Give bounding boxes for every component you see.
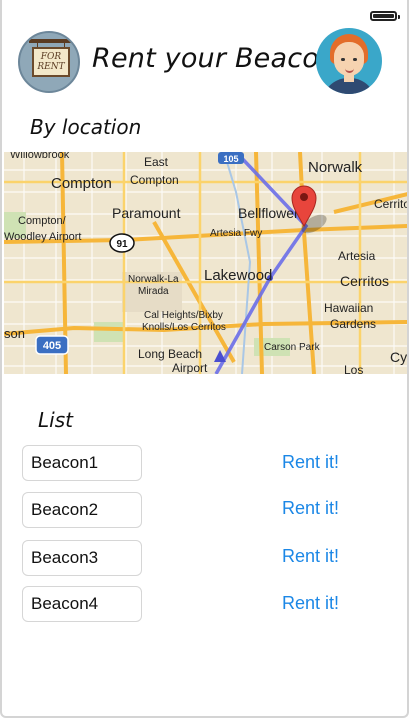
map-label: Airport	[172, 361, 208, 374]
map-label: Compton/	[18, 215, 67, 227]
map-label: Hawaiian	[324, 301, 373, 315]
map-label: 405	[43, 340, 61, 352]
map-label: Woodley Airport	[4, 231, 81, 243]
sign-board: FOR RENT	[32, 47, 70, 77]
map-label: Compton	[130, 173, 179, 187]
map-label: East	[144, 155, 169, 169]
map-label: Carson Park	[264, 342, 321, 353]
rent-button[interactable]: Rent it!	[282, 452, 339, 473]
location-map[interactable]: 105 91 405 Willowbrook East Compton Comp…	[4, 152, 408, 374]
status-bar	[2, 0, 407, 26]
rent-button[interactable]: Rent it!	[282, 593, 339, 614]
beacon-name-field[interactable]: Beacon2	[22, 492, 142, 528]
app-frame: FOR RENT Rent your Beacon By location 10…	[0, 0, 409, 718]
map-label: Lakewood	[204, 267, 272, 284]
map-canvas[interactable]: 105 91 405 Willowbrook East Compton Comp…	[4, 152, 408, 374]
highway-91-shield: 91	[109, 233, 135, 253]
map-label: Cerritos	[374, 197, 408, 211]
map-label: Bellflower	[238, 205, 299, 221]
battery-level	[373, 14, 394, 18]
map-label: son	[4, 326, 25, 341]
highway-405-shield: 405	[35, 335, 69, 355]
for-rent-logo: FOR RENT	[18, 31, 80, 93]
map-label: Long Beach	[138, 347, 202, 361]
map-label: Mirada	[138, 286, 169, 297]
map-label: Willowbrook	[10, 152, 70, 161]
rent-button[interactable]: Rent it!	[282, 546, 339, 567]
map-label: Cy	[390, 349, 407, 365]
map-label: Norwalk	[308, 159, 363, 176]
map-label: Los	[344, 363, 363, 374]
beacon-name-field[interactable]: Beacon3	[22, 540, 142, 576]
sign-post-icon	[29, 39, 73, 43]
map-label: Artesia Fwy	[210, 228, 262, 239]
map-label: Compton	[51, 175, 112, 192]
map-label: Norwalk-La	[128, 274, 179, 285]
map-label: Artesia	[338, 249, 376, 263]
battery-icon	[370, 11, 400, 21]
map-label: Gardens	[330, 317, 376, 331]
map-label: Knolls/Los Cerritos	[142, 322, 226, 333]
beacon-name-field[interactable]: Beacon1	[22, 445, 142, 481]
map-label: Paramount	[112, 205, 181, 221]
user-avatar[interactable]	[316, 28, 382, 94]
map-label: 91	[116, 239, 128, 250]
highway-105-shield: 105	[218, 152, 244, 164]
beacon-name-field[interactable]: Beacon4	[22, 586, 142, 622]
map-label: Cal Heights/Bixby	[144, 310, 223, 321]
page-title: Rent your Beacon	[92, 43, 337, 74]
location-section-label: By location	[30, 115, 142, 139]
map-label: 105	[223, 154, 238, 164]
list-section-label: List	[38, 408, 73, 432]
map-label: Cerritos	[340, 273, 389, 289]
rent-button[interactable]: Rent it!	[282, 498, 339, 519]
